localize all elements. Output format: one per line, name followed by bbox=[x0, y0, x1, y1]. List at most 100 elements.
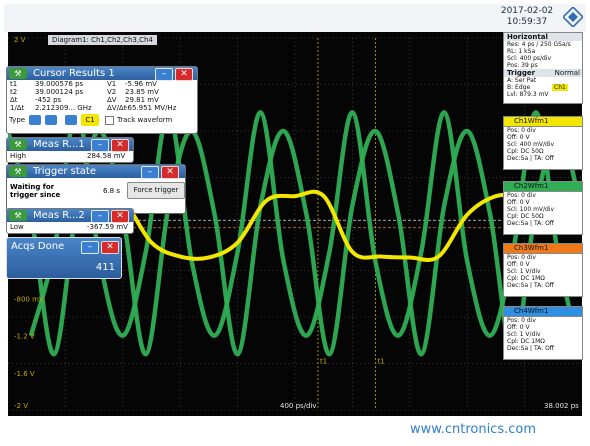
axis-bottom-label: -2 V bbox=[14, 402, 28, 410]
cursor-tag-t1: t1 bbox=[320, 358, 327, 366]
channel-setting: Cpl: DC 1MΩ bbox=[507, 338, 545, 345]
channel-setting: Cpl: DC 1MΩ bbox=[507, 275, 545, 282]
channel-setting: Dec:Sa | TA: Off bbox=[507, 345, 554, 352]
cursor-result-label: ΔV bbox=[107, 96, 117, 104]
axis-top-label: 2 V bbox=[14, 36, 26, 44]
horizontal-title: Horizontal bbox=[504, 33, 582, 41]
channel-setting: Off: 0 V bbox=[507, 324, 530, 331]
minimize-button[interactable]: – bbox=[141, 166, 159, 179]
measurement-2-title: Meas R...2 bbox=[33, 210, 85, 221]
cursor-result-value: 29.81 mV bbox=[125, 96, 159, 104]
cursor-result-row: t1 39.000576 ps V1 -5.96 mV bbox=[7, 80, 197, 88]
axis-level-label: -1.6 V bbox=[14, 370, 35, 378]
rohde-schwarz-logo-icon bbox=[563, 7, 583, 27]
end-time-label: 38.002 ps bbox=[544, 402, 579, 410]
close-button[interactable]: ✕ bbox=[161, 166, 179, 179]
channel-tab[interactable]: Ch2Wfm1 bbox=[504, 182, 582, 192]
channel-tab[interactable]: Ch3Wfm1 bbox=[504, 244, 582, 254]
date-time: 2017-02-02 10:59:37 bbox=[492, 6, 562, 28]
cursor-result-label: V1 bbox=[107, 80, 117, 88]
trigger-mode: Normal bbox=[554, 69, 580, 77]
trigger-since-line: trigger since bbox=[10, 191, 61, 199]
cursor-result-value: -452 ps bbox=[35, 96, 62, 104]
channel-tab[interactable]: Ch1Wfm1 bbox=[504, 117, 582, 127]
axis-level-label: -800 mV bbox=[14, 295, 44, 303]
cursor-result-value: 23.85 mV bbox=[125, 88, 159, 96]
trigger-elapsed: 6.8 s bbox=[103, 187, 121, 195]
date: 2017-02-02 bbox=[500, 6, 554, 16]
cursor-result-value: 39.000576 ps bbox=[35, 80, 84, 88]
measurement-2-label: Low bbox=[10, 223, 24, 231]
measurement-1-panel: ⚒ Meas R...1 – ✕ High 284.58 mV bbox=[6, 137, 134, 163]
channel-setting: Scl: 1 V/div bbox=[507, 331, 541, 338]
diagram-title[interactable]: Diagram1: Ch1,Ch2,Ch3,Ch4 bbox=[48, 35, 157, 45]
cursor-result-label: 1/Δt bbox=[10, 104, 25, 112]
cursor-result-value: 39.000124 ps bbox=[35, 88, 84, 96]
cursor-type-row: Type C1 Track waveform bbox=[7, 112, 197, 128]
channel-setting: Dec:Sa | TA: Off bbox=[507, 155, 554, 162]
acquisitions-count: 411 bbox=[95, 262, 115, 273]
horizontal-resolution: Res: 4 ps / 250 GSa/s bbox=[507, 41, 571, 48]
channel-panel-4[interactable]: Ch4Wfm1 Pos: 0 div Off: 0 V Scl: 1 V/div Cpl… bbox=[503, 306, 583, 360]
trigger-line-a: A: Ser Pat bbox=[507, 77, 537, 84]
cursor-result-label: Δt bbox=[10, 96, 18, 104]
cursor-results-panel: ⚒ Cursor Results 1 – ✕ t1 39.000576 ps V1-… bbox=[6, 66, 198, 134]
cursor-result-label: ΔV/Δt bbox=[107, 104, 127, 112]
cursor-result-label: t2 bbox=[10, 88, 18, 96]
channel-panel-3[interactable]: Ch3Wfm1 Pos: 0 div Off: 0 V Scl: 1 V/div Cpl… bbox=[503, 243, 583, 297]
channel-panel-1[interactable]: Ch1Wfm1 Pos: 0 div Off: 0 V Scl: 400 mV/div… bbox=[503, 116, 583, 170]
channel-setting: Scl: 1 V/div bbox=[507, 268, 541, 275]
type-horizontal-button[interactable] bbox=[29, 115, 41, 125]
cursor-results-title: Cursor Results 1 bbox=[33, 68, 115, 79]
measurement-1-titlebar: ⚒ Meas R...1 – ✕ bbox=[7, 138, 133, 152]
measurement-2-value: -367.59 mV bbox=[87, 223, 128, 231]
wrench-icon[interactable]: ⚒ bbox=[9, 139, 27, 150]
wrench-icon[interactable]: ⚒ bbox=[9, 210, 27, 221]
type-vertical-button[interactable] bbox=[45, 115, 57, 125]
track-waveform-label: Track waveform bbox=[117, 116, 173, 124]
channel-setting: Pos: 0 div bbox=[507, 317, 536, 324]
cursor-result-value: -65.951 MV/Hz bbox=[125, 104, 177, 112]
channel-tab[interactable]: Ch4Wfm1 bbox=[504, 307, 582, 317]
measurement-1-row: High 284.58 mV bbox=[7, 151, 133, 161]
timebase-label: 400 ps/div bbox=[280, 402, 317, 410]
cursor-tag-t2: t1 bbox=[377, 358, 384, 366]
trigger-line-b: B: Edge Ch1 bbox=[504, 84, 582, 91]
measurement-1-title: Meas R...1 bbox=[33, 139, 85, 150]
channel-setting: Dec:Sa | TA: Off bbox=[507, 282, 554, 289]
channel-setting: Off: 0 V bbox=[507, 199, 530, 206]
measurement-2-row: Low -367.59 mV bbox=[7, 222, 133, 232]
measurement-2-panel: ⚒ Meas R...2 – ✕ Low -367.59 mV bbox=[6, 208, 134, 234]
axis-level-label: -1.2 V bbox=[14, 333, 35, 341]
cursor-result-label: t1 bbox=[10, 80, 18, 88]
track-waveform-checkbox[interactable] bbox=[105, 116, 114, 125]
trigger-panel-title: Trigger bbox=[507, 69, 536, 77]
channel-setting: Pos: 0 div bbox=[507, 254, 536, 261]
close-button[interactable]: ✕ bbox=[101, 241, 119, 254]
cursor-results-titlebar: ⚒ Cursor Results 1 – ✕ bbox=[7, 67, 197, 81]
cursor-result-label: V2 bbox=[107, 88, 117, 96]
force-trigger-button[interactable]: Force trigger bbox=[127, 182, 185, 199]
wrench-icon[interactable]: ⚒ bbox=[9, 166, 27, 177]
cursor-result-value: -5.96 mV bbox=[125, 80, 157, 88]
trigger-source-badge: Ch1 bbox=[552, 84, 568, 91]
measurement-1-value: 284.58 mV bbox=[87, 152, 126, 160]
horizontal-panel[interactable]: Horizontal Res: 4 ps / 250 GSa/s RL: 1 k… bbox=[503, 32, 583, 104]
cursor-result-row: 1/Δt 2.212309... GHz ΔV/Δt -65.951 MV/Hz bbox=[7, 104, 197, 112]
trigger-waiting-line: Waiting for bbox=[10, 183, 55, 191]
channel-panel-2[interactable]: Ch2Wfm1 Pos: 0 div Off: 0 V Scl: 100 mV/div… bbox=[503, 181, 583, 235]
trigger-panel-header: Trigger Normal bbox=[504, 69, 582, 77]
cursor-result-row: t2 39.000124 ps V2 23.85 mV bbox=[7, 88, 197, 96]
channel-setting: Dec:Sa | TA: Off bbox=[507, 220, 554, 227]
channel-setting: Pos: 0 div bbox=[507, 192, 536, 199]
type-both-button[interactable] bbox=[65, 115, 77, 125]
channel-setting: Scl: 400 mV/div bbox=[507, 141, 555, 148]
trigger-state-titlebar: ⚒ Trigger state – ✕ bbox=[7, 165, 185, 179]
measurement-2-titlebar: ⚒ Meas R...2 – ✕ bbox=[7, 209, 133, 223]
minimize-button[interactable]: – bbox=[81, 241, 99, 254]
cursor-source-button[interactable]: C1 bbox=[81, 114, 99, 126]
wrench-icon[interactable]: ⚒ bbox=[9, 68, 27, 79]
horizontal-position: Pos: 39 ps bbox=[507, 62, 538, 69]
watermark: www.cntronics.com bbox=[410, 422, 537, 437]
horizontal-scale: Scl: 400 ps/div bbox=[507, 55, 552, 62]
